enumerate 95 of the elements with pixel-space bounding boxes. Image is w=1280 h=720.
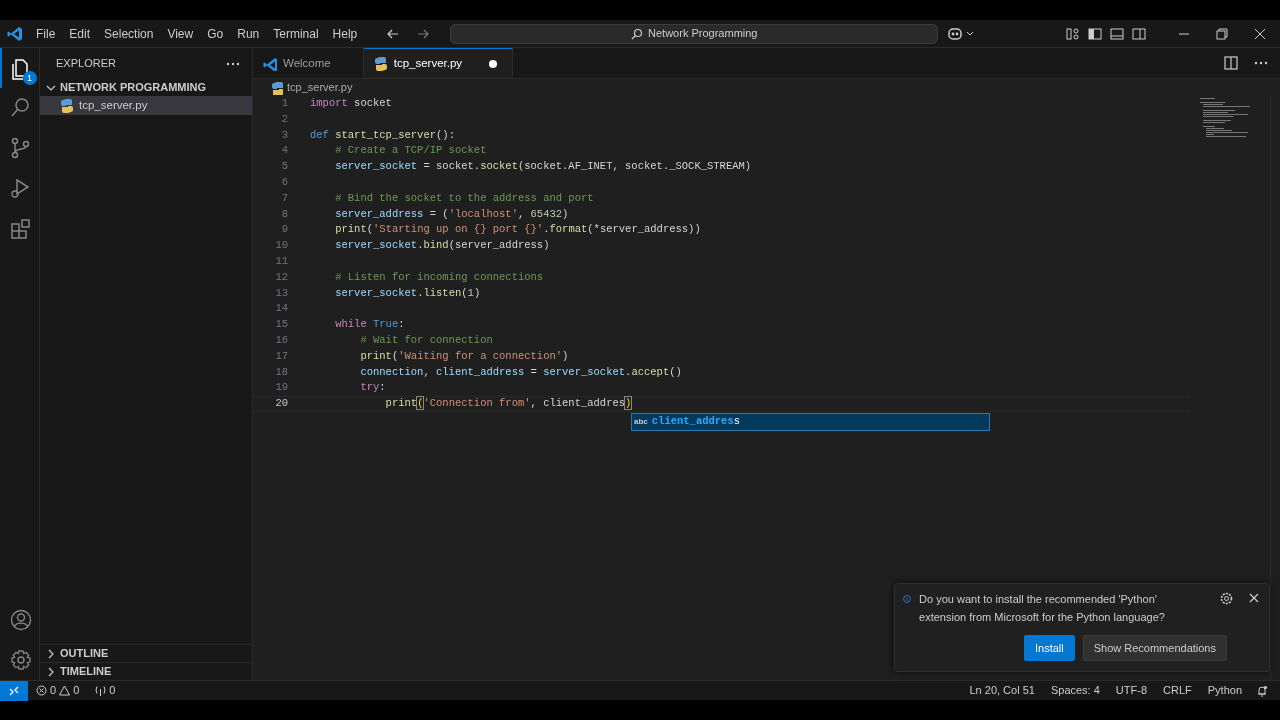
status-item[interactable]: Ln 20, Col 51 xyxy=(961,682,1043,699)
menu-item[interactable]: Selection xyxy=(97,24,161,43)
panel-toggle-icon[interactable] xyxy=(1110,26,1124,41)
line-number: 7 xyxy=(280,190,288,206)
line-number: 16 xyxy=(274,332,288,348)
problems-status[interactable]: 0 0 xyxy=(28,682,88,699)
layout-icon[interactable] xyxy=(1066,26,1080,41)
code-line: # Listen for incoming connections xyxy=(334,269,544,285)
code-line: while True: xyxy=(334,317,405,333)
vscode-logo-icon xyxy=(263,56,277,71)
more-icon[interactable] xyxy=(226,61,240,66)
editor-tab[interactable]: tcp_server.py xyxy=(363,48,514,78)
chevron-icon[interactable] xyxy=(46,648,56,659)
section-header[interactable]: TIMELINE xyxy=(60,663,112,680)
code-line: connection, client_address = server_socket.accept() xyxy=(359,364,682,380)
code-line: def start_tcp_server(): xyxy=(310,127,455,143)
code-line: server_socket.bind(server_address) xyxy=(334,238,550,254)
more-icon[interactable] xyxy=(1254,61,1268,65)
status-item[interactable]: Python xyxy=(1199,682,1250,699)
suggestion-item[interactable]: abc client_address xyxy=(631,413,990,431)
chevron-icon[interactable] xyxy=(46,666,56,677)
recommendations-button[interactable]: Show Recommendations xyxy=(1082,634,1227,661)
ports-status[interactable]: 0 xyxy=(87,682,124,699)
line-number: 10 xyxy=(274,238,288,254)
extensions-icon[interactable] xyxy=(8,216,33,240)
menu-item[interactable]: Help xyxy=(325,24,365,43)
warning-icon xyxy=(59,685,71,696)
command-search-field[interactable]: Network Programming xyxy=(450,23,939,44)
code-line: server_address = ('localhost', 65432) xyxy=(334,206,569,222)
code-line: print('Waiting for a connection') xyxy=(359,348,569,364)
line-number: 12 xyxy=(274,269,288,285)
notification-bell-icon[interactable] xyxy=(1256,684,1268,697)
section-header[interactable]: OUTLINE xyxy=(60,645,109,662)
line-number: 2 xyxy=(280,111,288,127)
code-line: # Create a TCP/IP socket xyxy=(334,143,487,159)
menu-item[interactable]: Terminal xyxy=(266,24,326,43)
line-number: 4 xyxy=(280,143,288,159)
error-icon xyxy=(36,685,47,696)
close-icon[interactable] xyxy=(1254,27,1266,40)
code-line: # Wait for connection xyxy=(359,332,493,348)
line-number: 1 xyxy=(280,96,288,111)
account-icon[interactable] xyxy=(9,609,32,631)
status-item[interactable]: UTF-8 xyxy=(1107,682,1155,699)
restore-icon[interactable] xyxy=(1216,27,1228,40)
code-line: import socket xyxy=(310,96,392,111)
tree-item[interactable]: tcp_server.py xyxy=(40,96,252,115)
sidebar-toggle-icon[interactable] xyxy=(1088,26,1102,41)
suggestion-kind-label: abc xyxy=(634,416,648,428)
menu-item[interactable]: File xyxy=(29,24,63,43)
notification-message: Do you want to install the recommended 'Python' extension from Microsoft for the Python language? xyxy=(919,591,1166,625)
close-icon[interactable] xyxy=(1249,593,1259,603)
menu-item[interactable]: Run xyxy=(230,24,267,43)
sidebar-title: EXPLORER xyxy=(56,56,116,72)
settings-icon[interactable] xyxy=(9,649,32,671)
line-number: 11 xyxy=(274,254,288,269)
line-number: 19 xyxy=(274,380,288,396)
status-item[interactable]: Spaces: 4 xyxy=(1042,682,1108,699)
menu-item[interactable]: View xyxy=(160,24,201,43)
status-item[interactable]: CRLF xyxy=(1155,682,1200,699)
antenna-icon xyxy=(95,685,107,696)
remote-icon xyxy=(8,684,20,697)
secondary-sidebar-icon[interactable] xyxy=(1132,26,1146,41)
badge: 1 xyxy=(22,71,37,85)
menu-item[interactable]: Edit xyxy=(62,24,98,43)
vscode-logo-icon xyxy=(7,25,23,42)
line-number: 17 xyxy=(274,348,288,364)
breadcrumb[interactable]: tcp_server.py xyxy=(287,79,353,96)
line-number: 20 xyxy=(274,396,288,412)
line-number: 18 xyxy=(274,364,288,380)
python-file-icon xyxy=(60,97,74,114)
suggestion-text: client_address xyxy=(651,414,741,430)
folder-name[interactable]: NETWORK PROGRAMMING xyxy=(60,79,207,96)
search-icon xyxy=(631,27,644,40)
code-line: server_socket.listen(1) xyxy=(334,285,481,301)
minimap-drawing[interactable] xyxy=(1200,98,1250,138)
code-line: print('Connection from', client_addres) xyxy=(384,396,632,412)
line-number: 14 xyxy=(274,301,288,317)
line-number: 13 xyxy=(274,285,288,301)
install-button[interactable]: Install xyxy=(1023,634,1075,661)
code-line: # Bind the socket to the address and port xyxy=(334,190,594,206)
code-line: server_socket = socket.socket(socket.AF_INET, socket._SOCK_STREAM) xyxy=(334,159,752,175)
python-file-icon xyxy=(373,55,388,72)
line-number: 8 xyxy=(280,206,288,222)
split-editor-icon[interactable] xyxy=(1224,56,1238,70)
line-number: 3 xyxy=(280,127,288,143)
line-number: 6 xyxy=(280,175,288,190)
menu-item[interactable]: Go xyxy=(200,24,231,43)
settings-icon[interactable] xyxy=(1220,591,1233,605)
code-line: print('Starting up on {} port {}'.format(*server_address)) xyxy=(334,222,701,238)
python-file-icon xyxy=(271,80,283,95)
code-line: try: xyxy=(359,380,386,396)
line-number: 9 xyxy=(280,222,288,238)
line-number: 5 xyxy=(280,159,288,175)
line-number: 15 xyxy=(274,317,288,333)
remote-button[interactable] xyxy=(0,680,28,701)
